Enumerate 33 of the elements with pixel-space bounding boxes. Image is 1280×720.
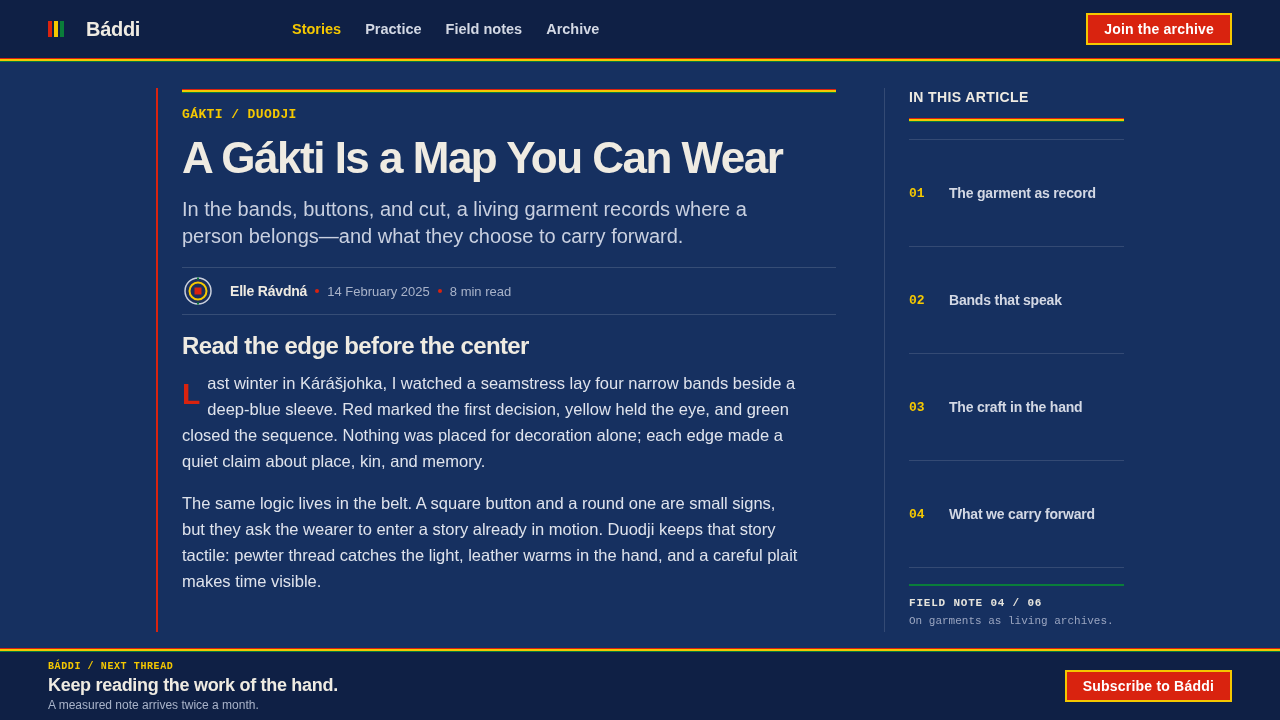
publish-date: 14 February 2025 bbox=[327, 283, 430, 299]
section-heading: Read the edge before the center bbox=[182, 331, 530, 361]
nav-link[interactable]: Archive bbox=[546, 21, 600, 37]
footer-eyebrow: BÁDDI / NEXT THREAD bbox=[48, 659, 175, 673]
toc-link[interactable]: The craft in the hand bbox=[949, 399, 1083, 415]
toc-number: 01 bbox=[909, 185, 926, 201]
footer-text: A measured note arrives twice a month. bbox=[48, 696, 260, 713]
field-note-label: FIELD NOTE 04 / 06 bbox=[909, 597, 1044, 609]
site-logo[interactable]: Báddi bbox=[86, 17, 141, 41]
separator-dot-icon bbox=[437, 289, 442, 293]
field-note-text: On garments as living archives. bbox=[909, 615, 1115, 627]
read-time: 8 min read bbox=[449, 283, 512, 299]
toc-link[interactable]: Bands that speak bbox=[949, 292, 1062, 308]
article-subtitle: In the bands, buttons, and cut, a living garment records where a person belongs—and what they choose to carry forward. bbox=[182, 197, 748, 249]
avatar-icon bbox=[184, 277, 212, 305]
toc-number: 03 bbox=[909, 399, 926, 415]
toc-number: 02 bbox=[909, 292, 926, 308]
subscribe-button[interactable]: Subscribe to Báddi bbox=[1064, 670, 1232, 702]
stripes-logo-icon bbox=[48, 21, 64, 37]
toc-link[interactable]: What we carry forward bbox=[949, 506, 1095, 522]
body-paragraph: The same logic lives in the belt. A square button and a round one are small signs, but they ask the wearer to enter a story already in motion. Duodji keeps that story tactile: pewter thread catches the light, leather warms in the hand, and a careful plait makes time visible. bbox=[182, 493, 799, 592]
nav-link[interactable]: Field notes bbox=[445, 21, 523, 37]
join-button[interactable]: Join the archive bbox=[1086, 13, 1232, 45]
article-title: A Gákti Is a Map You Can Wear bbox=[182, 132, 784, 184]
nav-link[interactable]: Practice bbox=[365, 21, 422, 37]
sidebar-heading: IN THIS ARTICLE bbox=[909, 88, 1030, 106]
article-category: GÁKTI / DUODJI bbox=[182, 107, 298, 122]
footer-title: Keep reading the work of the hand. bbox=[48, 673, 338, 697]
toc-link[interactable]: The garment as record bbox=[949, 185, 1096, 201]
nav-link[interactable]: Stories bbox=[292, 21, 342, 37]
toc-number: 04 bbox=[909, 506, 926, 522]
author-name: Elle Rávdná bbox=[230, 283, 308, 299]
separator-dot-icon bbox=[315, 289, 320, 293]
